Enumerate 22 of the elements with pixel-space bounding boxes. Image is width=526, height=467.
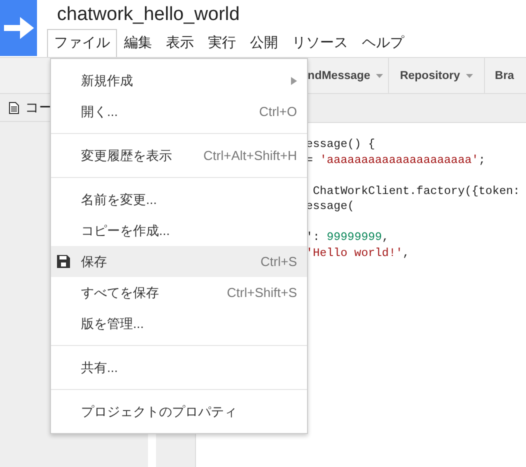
code-line: 'Hello world!', [306,246,411,261]
code-line: essage() { [306,137,376,152]
menu-option[interactable]: コピーを作成... [51,215,307,246]
toolbar-button[interactable]: Repository [388,58,484,93]
toolbar-button[interactable]: Bra [484,58,524,93]
menu-option[interactable]: プロジェクトのプロパティ [51,396,307,427]
caret-icon [376,74,384,78]
menu-option[interactable]: 保存 Ctrl+S [51,246,307,277]
caret-icon [466,74,474,78]
code-line: ': 99999999, [306,230,390,246]
submenu-arrow-icon [291,76,297,84]
document-icon [9,102,19,114]
menu-item[interactable]: ファイル [47,29,117,57]
menu-option[interactable]: 変更履歴を表示 Ctrl+Alt+Shift+H [51,140,307,171]
menu-option[interactable]: 版を管理... [51,308,307,339]
menu-option[interactable]: 開く... Ctrl+O [51,96,307,127]
menu-option[interactable]: 共有... [51,352,307,383]
menu-option[interactable]: 名前を変更... [51,184,307,215]
code-line: essage( [306,199,356,214]
project-title[interactable]: chatwork_hello_world [57,4,411,29]
menu-option[interactable]: すべてを保存 Ctrl+Shift+S [51,277,307,308]
code-line: ChatWorkClient.factory({token: [312,184,521,199]
